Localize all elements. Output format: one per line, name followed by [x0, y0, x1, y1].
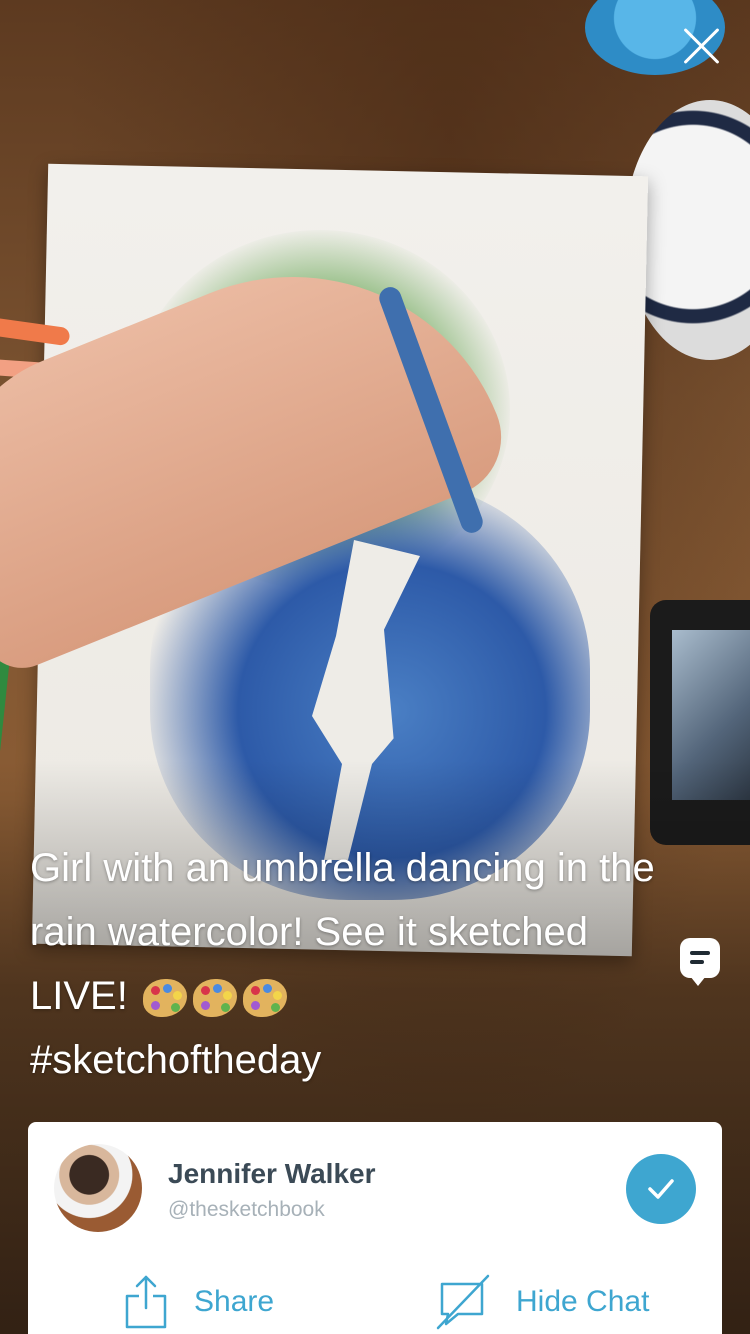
avatar[interactable] — [54, 1144, 142, 1232]
share-icon — [125, 1275, 167, 1329]
close-icon[interactable] — [676, 20, 728, 72]
caption-hashtag[interactable]: #sketchoftheday — [30, 1038, 321, 1082]
artist-palette-icon — [142, 979, 187, 1018]
caption-text: Girl with an umbrella dancing in the rai… — [30, 846, 655, 1018]
broadcaster-name[interactable]: Jennifer Walker — [168, 1158, 375, 1190]
palette-emojis — [142, 979, 287, 1018]
artist-palette-icon — [192, 979, 237, 1018]
broadcast-caption: Girl with an umbrella dancing in the rai… — [30, 836, 670, 1092]
check-icon — [648, 1179, 674, 1199]
share-button[interactable]: Share — [124, 1272, 274, 1332]
broadcaster-handle: @thesketchbook — [168, 1198, 325, 1221]
share-label: Share — [194, 1285, 275, 1318]
artist-palette-icon — [242, 979, 287, 1018]
hide-chat-label: Hide Chat — [516, 1285, 650, 1318]
chat-off-icon — [436, 1274, 490, 1330]
hide-chat-button[interactable]: Hide Chat — [436, 1272, 649, 1332]
following-button[interactable] — [626, 1154, 696, 1224]
chat-bubble-icon[interactable] — [680, 938, 720, 986]
broadcaster-card: Jennifer Walker @thesketchbook Share Hid… — [28, 1122, 722, 1334]
